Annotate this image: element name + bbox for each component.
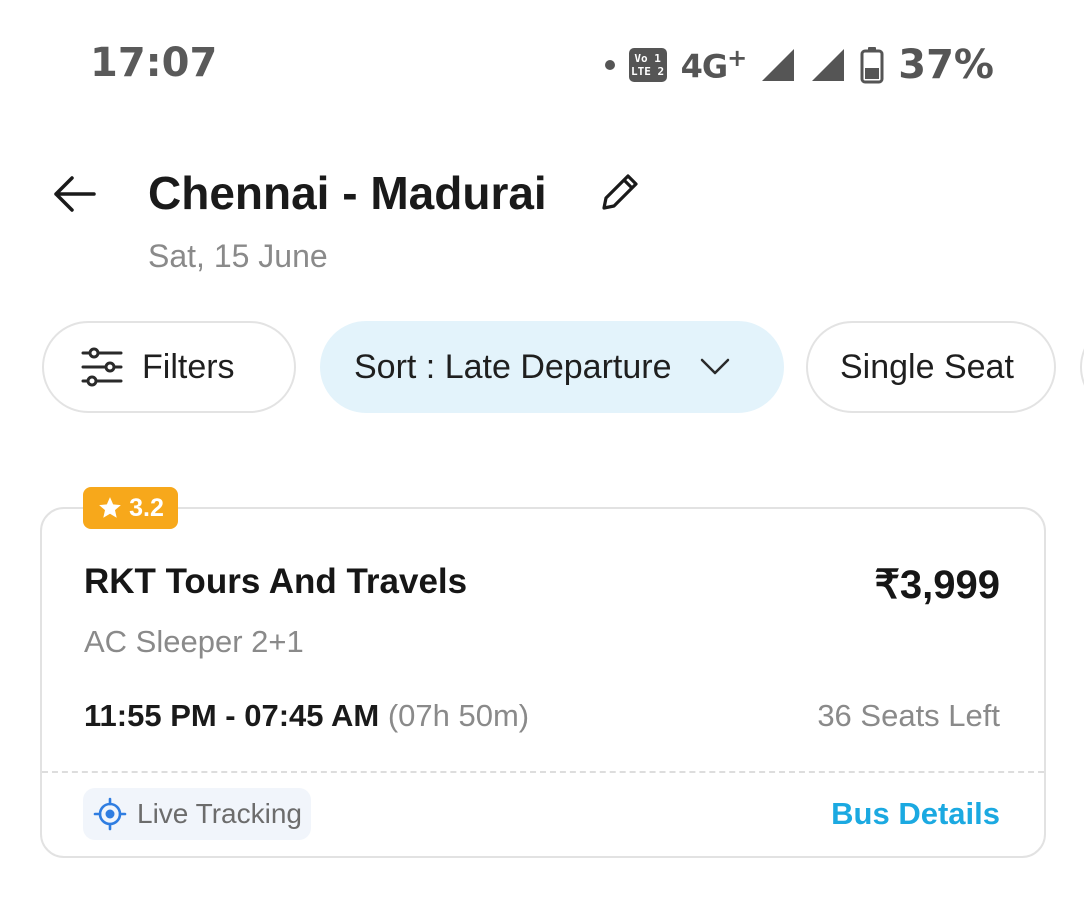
journey-times: 11:55 PM - 07:45 AM (07h 50m): [84, 698, 529, 734]
single-seat-label: Single Seat: [840, 347, 1014, 386]
filter-chip-row: Filters Sort : Late Departure Single Sea…: [42, 321, 1084, 415]
operator-name: RKT Tours And Travels: [84, 562, 468, 601]
bus-type: AC Sleeper 2+1: [84, 624, 304, 659]
filters-chip[interactable]: Filters: [42, 321, 296, 413]
bus-search-results-screen: 17:07 Vo 1 LTE 2 4G+ 37% Chennai - Madur…: [0, 0, 1084, 904]
sort-label: Sort : Late Departure: [354, 347, 672, 386]
filters-label: Filters: [142, 347, 235, 386]
fare-price: ₹3,999: [874, 563, 1000, 607]
signal-strength-icon: [762, 49, 795, 81]
single-seat-chip[interactable]: Single Seat: [806, 321, 1056, 413]
departure-arrival-time: 11:55 PM - 07:45 AM: [84, 698, 380, 733]
rating-value: 3.2: [129, 493, 164, 522]
journey-duration: (07h 50m): [387, 698, 530, 733]
route-title: Chennai - Madurai: [148, 167, 547, 219]
live-tracking-badge[interactable]: Live Tracking: [83, 788, 311, 840]
seats-left: 36 Seats Left: [817, 698, 1000, 733]
back-arrow-icon[interactable]: [50, 170, 98, 218]
live-tracking-label: Live Tracking: [137, 798, 302, 829]
sort-chip[interactable]: Sort : Late Departure: [320, 321, 784, 413]
chevron-down-icon: [700, 358, 729, 375]
notification-dot-icon: [604, 60, 615, 70]
filter-sliders-icon: [81, 347, 123, 387]
card-divider: [42, 771, 1044, 773]
edit-pencil-icon[interactable]: [598, 170, 642, 214]
bus-details-link[interactable]: Bus Details: [831, 796, 1000, 832]
location-target-icon: [93, 797, 127, 831]
star-icon: [99, 497, 121, 518]
status-time: 17:07: [90, 40, 218, 86]
battery-percentage: 37%: [898, 42, 994, 88]
travel-date: Sat, 15 June: [148, 238, 328, 274]
signal-strength-icon: [812, 49, 845, 81]
battery-icon: [860, 47, 884, 84]
status-icons: Vo 1 LTE 2 4G+ 37%: [604, 40, 994, 90]
rating-badge: 3.2: [83, 487, 178, 529]
volte-icon: Vo 1 LTE 2: [628, 48, 667, 82]
network-type: 4G+: [680, 44, 748, 86]
more-filter-chip[interactable]: [1080, 321, 1084, 413]
